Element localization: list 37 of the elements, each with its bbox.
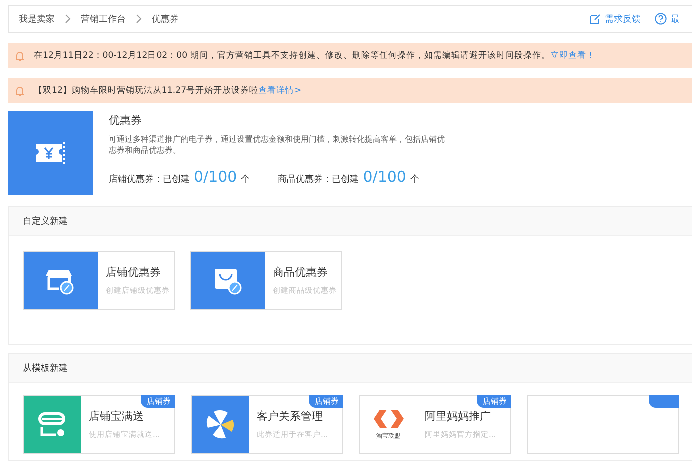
stat-label: 店铺优惠券：已创建 (109, 174, 190, 186)
bell-icon (14, 84, 26, 96)
bell-icon (14, 50, 26, 62)
intro-title: 优惠券 (109, 113, 143, 128)
breadcrumb-item: 优惠券 (152, 14, 179, 26)
bag-icon (213, 266, 243, 294)
stat-value: 0/100 (194, 168, 238, 186)
breadcrumb-item[interactable]: 营销工作台 (81, 12, 126, 26)
coupon-template-card[interactable] (527, 395, 679, 454)
notice-text: 在12月11日22：00-12月12日02：00 期间，官方营销工具不支持创建、修改、删除等任何操作，如需编辑请避开该时间段操作。立即查看！ (34, 50, 596, 62)
card-title: 店铺宝满送 (89, 409, 145, 424)
badge: 店铺券 (141, 395, 175, 408)
section-title: 自定义新建 (23, 216, 68, 228)
badge: 店铺券 (309, 395, 343, 408)
stat-unit: 个 (410, 174, 420, 186)
badge (649, 395, 679, 408)
intro-description: 可通过多种渠道推广的电子券，通过设置优惠金额和使用门槛，刺激转化提高客单，包括店铺优惠券和商品优惠券。 (109, 134, 446, 156)
section-title: 从模板新建 (23, 362, 68, 374)
chevron-icon (134, 14, 144, 24)
notice-text: 【双12】购物车限时营销玩法从11.27号开始开放设券啦查看详情> (34, 84, 302, 96)
breadcrumb-item[interactable]: 我是卖家 (19, 12, 55, 26)
stat-unit: 个 (241, 174, 250, 186)
help-icon (655, 13, 667, 25)
logo-icon (372, 408, 406, 430)
card-title: 店铺优惠券 (106, 265, 162, 280)
card-title: 客户关系管理 (257, 409, 324, 424)
store-icon (38, 410, 68, 438)
card-title: 商品优惠券 (273, 265, 329, 280)
coupon-icon (34, 140, 68, 166)
header-link[interactable]: 最 (655, 12, 680, 26)
card-title: 阿里妈妈推广 (425, 409, 492, 424)
chevron-icon (63, 14, 73, 24)
badge: 店铺券 (477, 395, 511, 408)
edit-icon (590, 14, 601, 24)
stat-label: 商品优惠券：已创建 (278, 174, 360, 186)
pinwheel-icon (204, 408, 236, 440)
stat-value: 0/100 (363, 168, 406, 186)
